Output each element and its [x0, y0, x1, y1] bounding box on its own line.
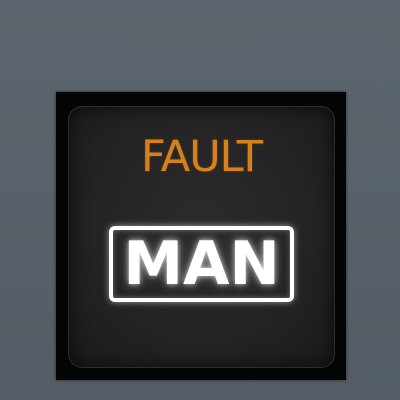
man-legend-box: MAN: [109, 226, 294, 302]
man-pushbutton[interactable]: FAULT MAN: [68, 106, 335, 368]
man-light-legend: MAN: [123, 229, 280, 299]
fault-light-legend: FAULT: [141, 132, 263, 182]
